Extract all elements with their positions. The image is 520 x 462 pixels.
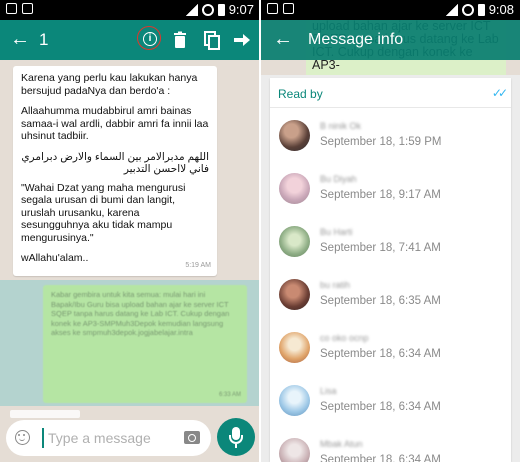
message-input[interactable] (42, 428, 172, 448)
signal-icon (445, 3, 458, 16)
notification-icon (6, 3, 17, 14)
forward-icon[interactable] (230, 28, 254, 52)
message-time: 6:33 AM (218, 391, 241, 398)
status-bar: 9:07 (0, 0, 260, 20)
message-list[interactable]: Karena yang perlu kau lakukan hanya bers… (0, 60, 260, 418)
status-time: 9:07 (228, 2, 254, 17)
notification-icon (283, 3, 294, 14)
outgoing-message-selected[interactable]: Kabar gembira untuk kita semua: mulai ha… (43, 285, 247, 403)
reader-row[interactable]: Bu Harti September 18, 7:41 AM (270, 220, 511, 268)
reader-row[interactable]: Lisa September 18, 6:34 AM (270, 379, 511, 427)
double-check-icon: ✓✓ (491, 86, 508, 100)
reader-name: Bu Harti (320, 227, 353, 237)
notification-icon (22, 3, 33, 14)
notification-icons (6, 3, 33, 14)
reader-name: B ninik Ok (320, 121, 362, 131)
emoji-icon[interactable] (15, 430, 30, 445)
status-time: 9:08 (488, 2, 514, 17)
reader-name: Bu Diyah (320, 174, 357, 184)
read-time: September 18, 6:35 AM (320, 295, 441, 307)
signal-icon (185, 3, 198, 16)
info-icon: i (143, 32, 157, 46)
reader-name: bu ratih (320, 280, 351, 290)
trash-icon[interactable] (168, 28, 192, 52)
reader-row[interactable]: co oko ocnp September 18, 6:34 AM (270, 326, 511, 374)
notification-icons (267, 3, 294, 14)
message-info-header: ← Message info (261, 20, 520, 60)
microphone-button[interactable] (217, 418, 255, 456)
arabic-prayer: اللهم مدبرالامر بين السماء والارض دبرامر… (21, 150, 209, 176)
avatar[interactable] (279, 279, 310, 310)
message-time: 5:19 AM (185, 261, 211, 269)
message-paragraph: Allaahumma mudabbirul amri bainas samaa-… (21, 105, 209, 142)
message-info-screen: 9:08 upload bahan ajar ke server ICT SQE… (261, 0, 520, 462)
copy-icon[interactable] (200, 28, 224, 52)
notification-icon (267, 3, 278, 14)
avatar[interactable] (279, 438, 310, 462)
alarm-icon (461, 3, 474, 16)
reader-name: Mbak Atun (320, 439, 363, 449)
selected-count: 1 (39, 30, 49, 49)
avatar[interactable] (279, 385, 310, 416)
info-button[interactable]: i (137, 26, 161, 50)
read-time: September 18, 7:41 AM (320, 242, 441, 254)
status-bar: 9:08 (261, 0, 520, 20)
chat-screen: 9:07 ← 1 i Karena yang perlu kau lakukan… (0, 0, 260, 462)
battery-icon (217, 3, 225, 16)
avatar[interactable] (279, 226, 310, 257)
reader-row[interactable]: Mbak Atun September 18, 6:34 AM (270, 432, 511, 462)
avatar[interactable] (279, 120, 310, 151)
alarm-icon (201, 3, 214, 16)
reader-row[interactable]: B ninik Ok September 18, 1:59 PM (270, 114, 511, 162)
message-text: Kabar gembira untuk kita semua: mulai ha… (51, 290, 230, 337)
camera-icon[interactable] (184, 431, 200, 444)
arrow-left-icon[interactable]: ← (10, 29, 30, 49)
message-composer (6, 420, 211, 456)
read-time: September 18, 6:34 AM (320, 401, 441, 413)
read-time: September 18, 9:17 AM (320, 189, 441, 201)
message-paragraph: Karena yang perlu kau lakukan hanya bers… (21, 72, 198, 97)
reader-row[interactable]: bu ratih September 18, 6:35 AM (270, 273, 511, 321)
battery-icon (477, 3, 485, 16)
selection-action-bar: ← 1 i (0, 20, 260, 60)
message-paragraph: "Wahai Dzat yang maha mengurusi segala u… (21, 181, 186, 244)
reader-name: co oko ocnp (320, 333, 369, 343)
read-time: September 18, 6:34 AM (320, 454, 441, 462)
reader-row[interactable]: Bu Diyah September 18, 9:17 AM (270, 167, 511, 215)
page-title: Message info (308, 31, 404, 48)
avatar[interactable] (279, 332, 310, 363)
next-message-edge (10, 410, 80, 418)
read-time: September 18, 1:59 PM (320, 136, 442, 148)
avatar[interactable] (279, 173, 310, 204)
read-by-header: Read by ✓✓ (270, 78, 511, 108)
read-by-label: Read by (278, 87, 323, 101)
read-by-card: Read by ✓✓ B ninik Ok September 18, 1:59 … (270, 78, 511, 462)
message-paragraph: wAllahu'alam.. (21, 252, 89, 264)
arrow-left-icon[interactable]: ← (273, 29, 293, 49)
read-time: September 18, 6:34 AM (320, 348, 441, 360)
incoming-message[interactable]: Karena yang perlu kau lakukan hanya bers… (13, 66, 217, 276)
reader-name: Lisa (320, 386, 337, 396)
